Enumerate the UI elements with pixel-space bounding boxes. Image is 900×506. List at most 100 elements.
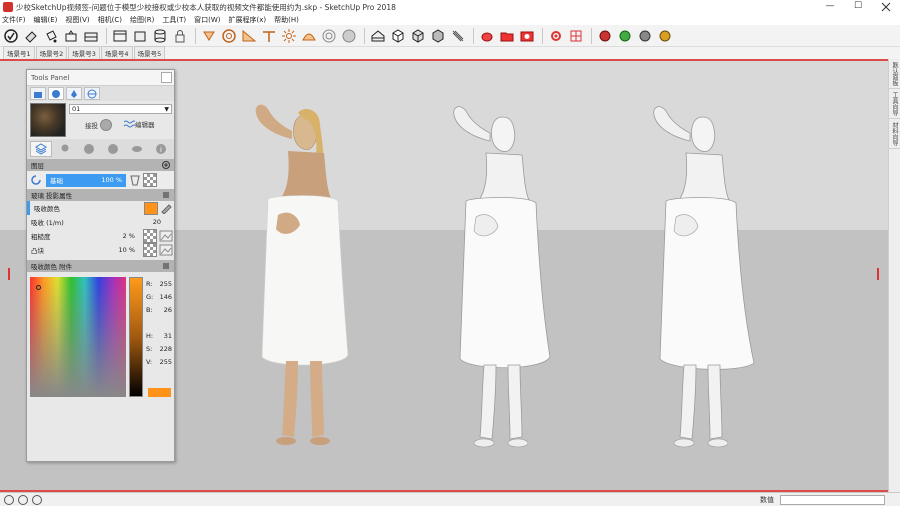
eraser-tool-button[interactable] — [22, 27, 40, 45]
user-icon[interactable] — [32, 494, 42, 505]
shade-tool-button[interactable] — [340, 27, 358, 45]
menu-extensions[interactable]: 扩展程序(x) — [228, 15, 266, 25]
menu-tools[interactable]: 工具(T) — [162, 15, 186, 25]
scene-tab-1[interactable]: 场景号1 — [3, 46, 35, 59]
circle-tool-button[interactable] — [220, 27, 238, 45]
color-picker-cursor[interactable] — [36, 285, 41, 290]
menu-edit[interactable]: 编辑(E) — [34, 15, 58, 25]
sphere-tool-button[interactable] — [320, 27, 338, 45]
layer-texture-checker[interactable] — [143, 173, 157, 187]
plugin-4-button[interactable] — [656, 27, 674, 45]
plugin-2-button[interactable] — [616, 27, 634, 45]
refresh-icon[interactable] — [30, 174, 42, 186]
menu-window[interactable]: 窗口(W) — [194, 15, 220, 25]
menu-camera[interactable]: 相机(C) — [98, 15, 122, 25]
tape-tool-button[interactable] — [260, 27, 278, 45]
view-back-button[interactable] — [449, 27, 467, 45]
view-front-button[interactable] — [409, 27, 427, 45]
layer-bar[interactable]: 基础 100 % — [46, 173, 126, 187]
material-option-2[interactable]: 编辑器 — [123, 119, 155, 129]
prop-row-bump[interactable]: 凸块 10 % — [27, 243, 174, 257]
menu-file[interactable]: 文件(F) — [2, 15, 26, 25]
bump-map-checker[interactable] — [143, 243, 157, 257]
prop-row-roughness[interactable]: 粗糙度 2 % — [27, 229, 174, 243]
view-top-button[interactable] — [369, 27, 387, 45]
white-woman-model-2[interactable] — [632, 95, 772, 455]
materials-tab[interactable] — [48, 87, 64, 100]
menu-icon[interactable] — [162, 262, 170, 270]
render-interactive-button[interactable] — [478, 27, 496, 45]
tray-tab-instructor[interactable]: 工具向导 — [889, 89, 900, 119]
image-icon[interactable] — [159, 244, 173, 256]
tray-tab-default[interactable]: 默认面板 — [889, 59, 900, 89]
display-section-button[interactable] — [111, 27, 129, 45]
tools-panel-header[interactable]: Tools Panel — [27, 70, 174, 86]
lights-tab[interactable] — [66, 87, 82, 100]
plugin-1-button[interactable] — [596, 27, 614, 45]
roughness-map-checker[interactable] — [143, 229, 157, 243]
menu-view[interactable]: 视图(V) — [65, 15, 89, 25]
tools-panel-close-button[interactable] — [161, 72, 172, 83]
green-value[interactable]: G: 146 — [146, 293, 172, 306]
globe-tab[interactable] — [102, 141, 124, 157]
bulb-tab[interactable] — [54, 141, 76, 157]
tray-tab-materials[interactable]: 材料向导 — [889, 119, 900, 149]
white-woman-model-1[interactable] — [432, 95, 572, 455]
color-picker-field[interactable] — [30, 277, 126, 397]
textured-woman-model[interactable] — [234, 95, 374, 455]
scene-tab-4[interactable]: 场景号4 — [100, 46, 133, 59]
value-value[interactable]: V: 255 — [146, 358, 172, 371]
settings-button[interactable] — [547, 27, 565, 45]
layers-section-header[interactable]: 图层 — [27, 159, 174, 171]
section-fill-button[interactable] — [151, 27, 169, 45]
menu-help[interactable]: 帮助(H) — [274, 15, 299, 25]
layer-row[interactable]: 基础 100 % — [27, 171, 174, 189]
view-right-button[interactable] — [429, 27, 447, 45]
color-section-header[interactable]: 吸收颜色 附件 — [27, 260, 174, 272]
saturation-value[interactable]: S: 228 — [146, 345, 172, 358]
dome-tool-button[interactable] — [300, 27, 318, 45]
light-tool-button[interactable] — [280, 27, 298, 45]
minimize-button[interactable]: — — [816, 0, 844, 14]
hue-value[interactable]: H: 31 — [146, 332, 172, 345]
close-button[interactable] — [872, 0, 900, 14]
scene-tab-3[interactable]: 场景号3 — [68, 46, 100, 59]
red-value[interactable]: R: 255 — [146, 280, 172, 293]
frame-buffer-button[interactable] — [567, 27, 585, 45]
props-section-header[interactable]: 玻璃 投影属性 — [27, 189, 174, 201]
paint-tool-button[interactable] — [42, 27, 60, 45]
scene-tab-2[interactable]: 场景号2 — [35, 46, 68, 59]
absorption-color-swatch[interactable] — [144, 202, 158, 215]
layers-tab[interactable] — [30, 141, 52, 157]
stack-tab[interactable] — [126, 141, 148, 157]
cup-icon[interactable] — [130, 174, 140, 186]
material-thumbnail[interactable] — [30, 103, 66, 137]
render-frame-button[interactable] — [518, 27, 536, 45]
image-icon[interactable] — [159, 230, 173, 242]
prop-row-absorption-color[interactable]: 吸收颜色 — [27, 201, 174, 215]
geolocation-icon[interactable] — [4, 494, 14, 505]
add-icon[interactable] — [162, 161, 170, 169]
view-iso-button[interactable] — [389, 27, 407, 45]
walk-tool-button[interactable] — [82, 27, 100, 45]
pushpull-tool-button[interactable] — [200, 27, 218, 45]
prop-row-absorption[interactable]: 吸收 (1/m) 20 — [27, 215, 174, 229]
position-camera-button[interactable] — [62, 27, 80, 45]
menu-draw[interactable]: 绘图(R) — [130, 15, 154, 25]
plugin-3-button[interactable] — [636, 27, 654, 45]
eyedropper-icon[interactable] — [160, 202, 174, 214]
environment-tab[interactable] — [84, 87, 100, 100]
lock-button[interactable] — [171, 27, 189, 45]
select-tool-button[interactable] — [2, 27, 20, 45]
maximize-button[interactable]: ☐ — [844, 0, 872, 14]
measurements-input[interactable] — [780, 495, 885, 505]
blue-value[interactable]: B: 26 — [146, 306, 172, 319]
credits-icon[interactable] — [18, 494, 28, 505]
scene-tab-5[interactable]: 场景号5 — [133, 46, 166, 59]
render-folder-button[interactable] — [498, 27, 516, 45]
material-name-select[interactable]: 01 ▼ — [69, 104, 172, 114]
material-option-1[interactable]: 接投 — [85, 119, 112, 131]
protractor-tool-button[interactable] — [240, 27, 258, 45]
section-cuts-button[interactable] — [131, 27, 149, 45]
camera-tab[interactable] — [30, 87, 46, 100]
